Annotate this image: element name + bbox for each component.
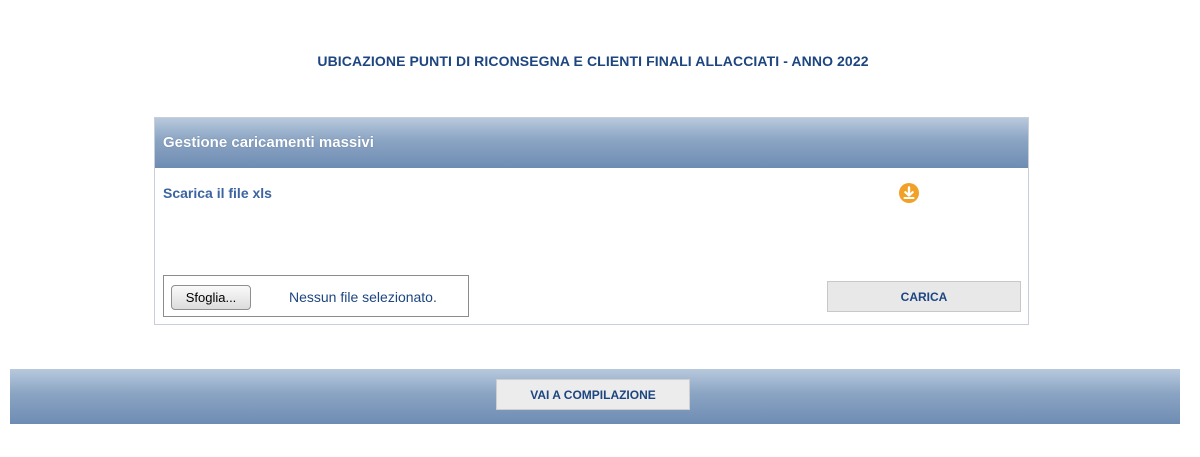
download-xls-link[interactable]: Scarica il file xls <box>163 185 272 201</box>
bulk-upload-panel: Gestione caricamenti massivi Scarica il … <box>154 117 1029 325</box>
file-input[interactable]: Sfoglia... Nessun file selezionato. <box>163 275 469 317</box>
download-row: Scarica il file xls <box>163 183 1020 205</box>
browse-button[interactable]: Sfoglia... <box>171 285 251 310</box>
go-to-compilation-button[interactable]: VAI A COMPILAZIONE <box>496 379 690 410</box>
page-title: UBICAZIONE PUNTI DI RICONSEGNA E CLIENTI… <box>317 53 869 69</box>
no-file-selected-text: Nessun file selezionato. <box>289 289 437 305</box>
upload-button[interactable]: CARICA <box>827 281 1021 312</box>
download-icon[interactable] <box>899 183 919 203</box>
panel-header: Gestione caricamenti massivi <box>155 118 1028 168</box>
footer-bar: VAI A COMPILAZIONE <box>10 369 1180 424</box>
